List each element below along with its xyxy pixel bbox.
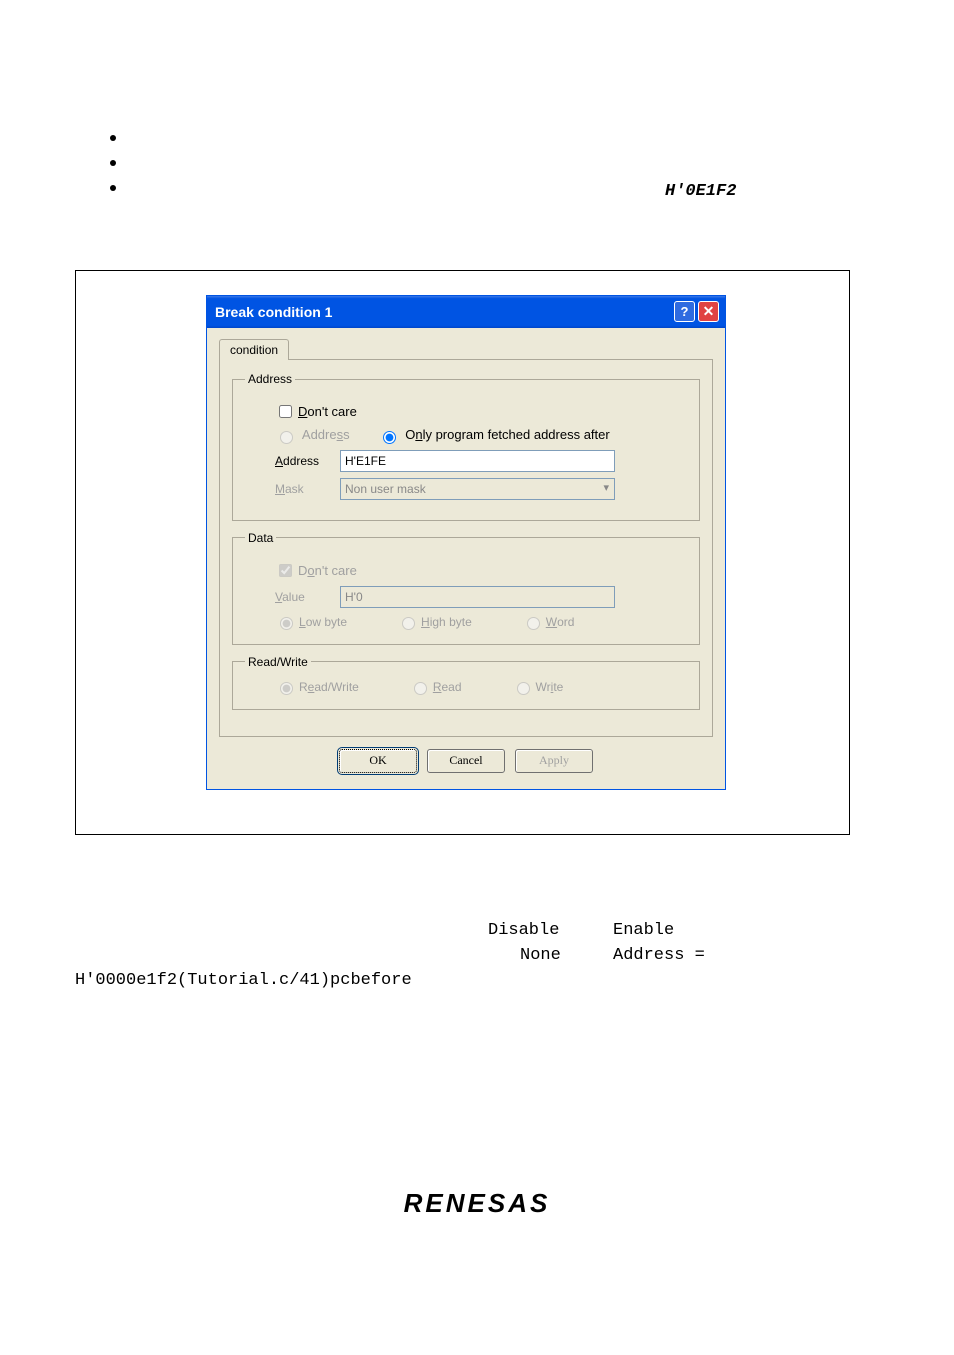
tabstrip: condition [219, 338, 713, 360]
bullet-dot [110, 160, 116, 166]
ok-button[interactable]: OK [339, 749, 417, 773]
mono-text-enable: Enable [613, 921, 674, 940]
data-word-radio: Word [522, 614, 575, 630]
address-radio-pcafter-input[interactable] [383, 431, 396, 444]
rw-readwrite-radio: Read/Write [275, 679, 359, 695]
rw-read-radio: Read [409, 679, 462, 695]
data-dont-care-label: Don't care [298, 563, 357, 578]
data-word-radio-input [527, 617, 540, 630]
mono-text-none: None [520, 946, 561, 965]
address-dont-care-checkbox[interactable] [279, 405, 292, 418]
data-highbyte-radio-input [402, 617, 415, 630]
data-value-input [340, 586, 615, 608]
mono-text-path: H'0000e1f2(Tutorial.c/41)pcbefore [75, 971, 412, 990]
apply-button: Apply [515, 749, 593, 773]
renesas-logo: RENESAS [0, 1188, 954, 1219]
data-highbyte-radio: High byte [397, 614, 472, 630]
readwrite-legend: Read/Write [245, 655, 311, 669]
bullet-dot [110, 185, 116, 191]
data-group: Data Don't care Value Low byte High byte… [232, 531, 700, 645]
bullet-code-text: H'0E1F2 [665, 182, 736, 201]
readwrite-group: Read/Write Read/Write Read Write [232, 655, 700, 710]
bullet-list [110, 135, 116, 210]
address-dont-care-label: Don't care [298, 404, 357, 419]
titlebar[interactable]: Break condition 1 ? ✕ [207, 296, 725, 328]
dialog-figure-frame: Break condition 1 ? ✕ condition Address … [75, 270, 850, 835]
dialog-body: condition Address Don't care Address [207, 328, 725, 789]
data-lowbyte-radio-input [280, 617, 293, 630]
data-lowbyte-radio: Low byte [275, 614, 347, 630]
help-button[interactable]: ? [674, 301, 695, 322]
data-value-label: Value [245, 590, 340, 604]
close-button[interactable]: ✕ [698, 301, 719, 322]
address-group: Address Don't care Address Only program … [232, 372, 700, 521]
cancel-button[interactable]: Cancel [427, 749, 505, 773]
address-input[interactable] [340, 450, 615, 472]
mask-combo [340, 478, 615, 500]
address-legend: Address [245, 372, 295, 386]
mono-text-address: Address = [613, 946, 705, 965]
dialog-button-row: OK Cancel Apply [219, 737, 713, 777]
address-radio-address: Address [275, 427, 350, 444]
tab-panel: Address Don't care Address Only program … [219, 360, 713, 737]
rw-write-radio: Write [512, 679, 564, 695]
bullet-dot [110, 135, 116, 141]
data-legend: Data [245, 531, 276, 545]
rw-read-radio-input [414, 682, 427, 695]
break-condition-dialog: Break condition 1 ? ✕ condition Address … [206, 295, 726, 790]
rw-readwrite-radio-input [280, 682, 293, 695]
address-field-label: Address [245, 454, 340, 468]
rw-write-radio-input [517, 682, 530, 695]
mono-text-disable: Disable [488, 921, 559, 940]
tab-condition[interactable]: condition [219, 339, 289, 360]
address-radio-address-input [280, 431, 293, 444]
mask-label: Mask [245, 482, 340, 496]
address-radio-pcafter[interactable]: Only program fetched address after [378, 427, 610, 444]
data-dont-care-checkbox [279, 564, 292, 577]
dialog-title: Break condition 1 [215, 304, 332, 320]
